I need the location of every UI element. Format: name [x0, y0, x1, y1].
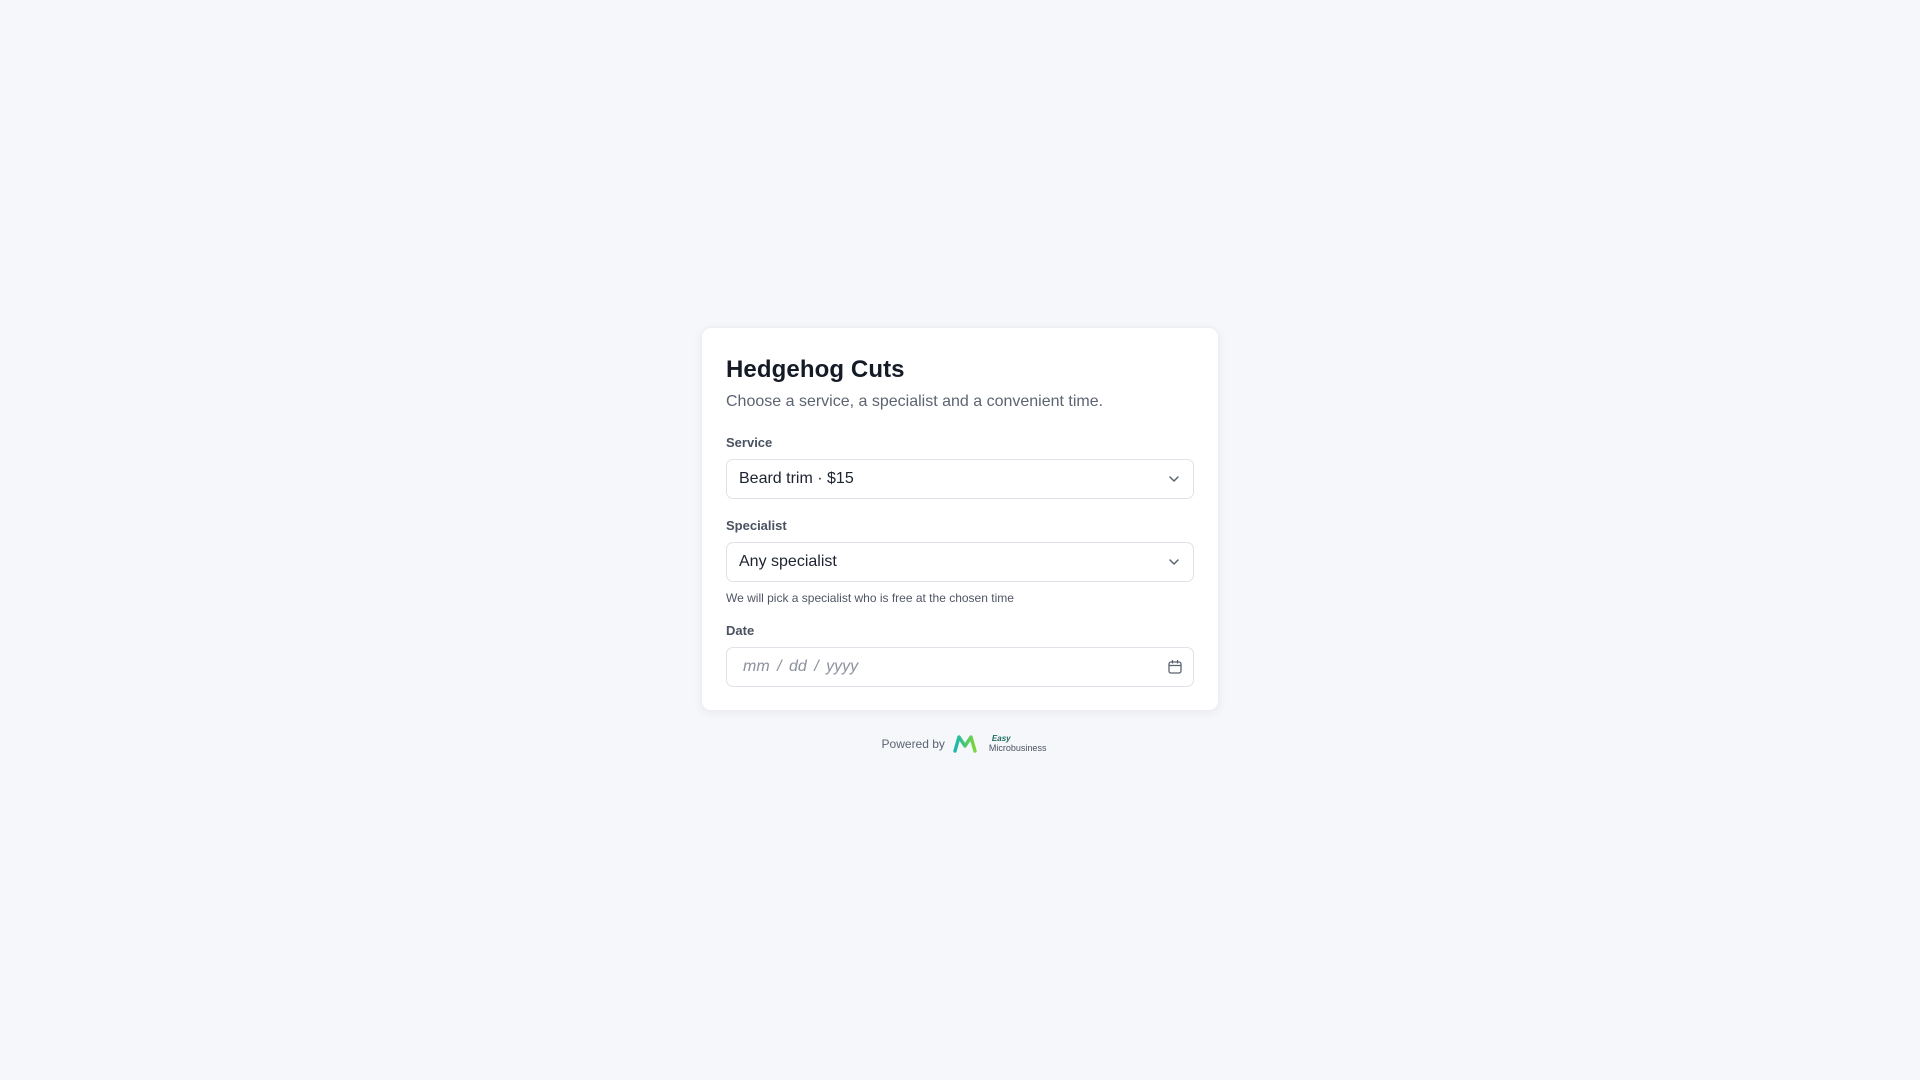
- service-select[interactable]: Beard trim · $15: [726, 459, 1194, 499]
- specialist-select[interactable]: Any specialist: [726, 542, 1194, 582]
- specialist-select-value: Any specialist: [739, 553, 837, 570]
- brand-wordmark-name: Microbusiness: [988, 743, 1047, 753]
- chevron-down-icon: [1169, 559, 1179, 565]
- page-subtitle: Choose a service, a specialist and a con…: [726, 393, 1104, 410]
- date-placeholder: mm / dd / yyyy: [743, 658, 859, 675]
- service-label: Service: [726, 435, 773, 450]
- powered-by-text: Powered by: [881, 737, 945, 751]
- date-input[interactable]: mm / dd / yyyy: [726, 647, 1194, 687]
- service-select-value: Beard trim · $15: [739, 470, 854, 487]
- brand-wordmark-easy: Easy: [991, 734, 1011, 743]
- specialist-label: Specialist: [726, 518, 787, 533]
- chevron-down-icon: [1169, 476, 1179, 482]
- brand-wordmark[interactable]: Easy Microbusiness: [989, 735, 1047, 753]
- footer: Powered by Easy Microbusiness: [0, 734, 1920, 754]
- microbusiness-logo-icon[interactable]: [953, 734, 977, 754]
- date-label: Date: [726, 623, 755, 638]
- calendar-icon[interactable]: [1167, 659, 1183, 675]
- booking-card: Hedgehog Cuts Choose a service, a specia…: [701, 327, 1219, 711]
- page-title: Hedgehog Cuts: [726, 356, 905, 383]
- specialist-hint: We will pick a specialist who is free at…: [726, 591, 1014, 605]
